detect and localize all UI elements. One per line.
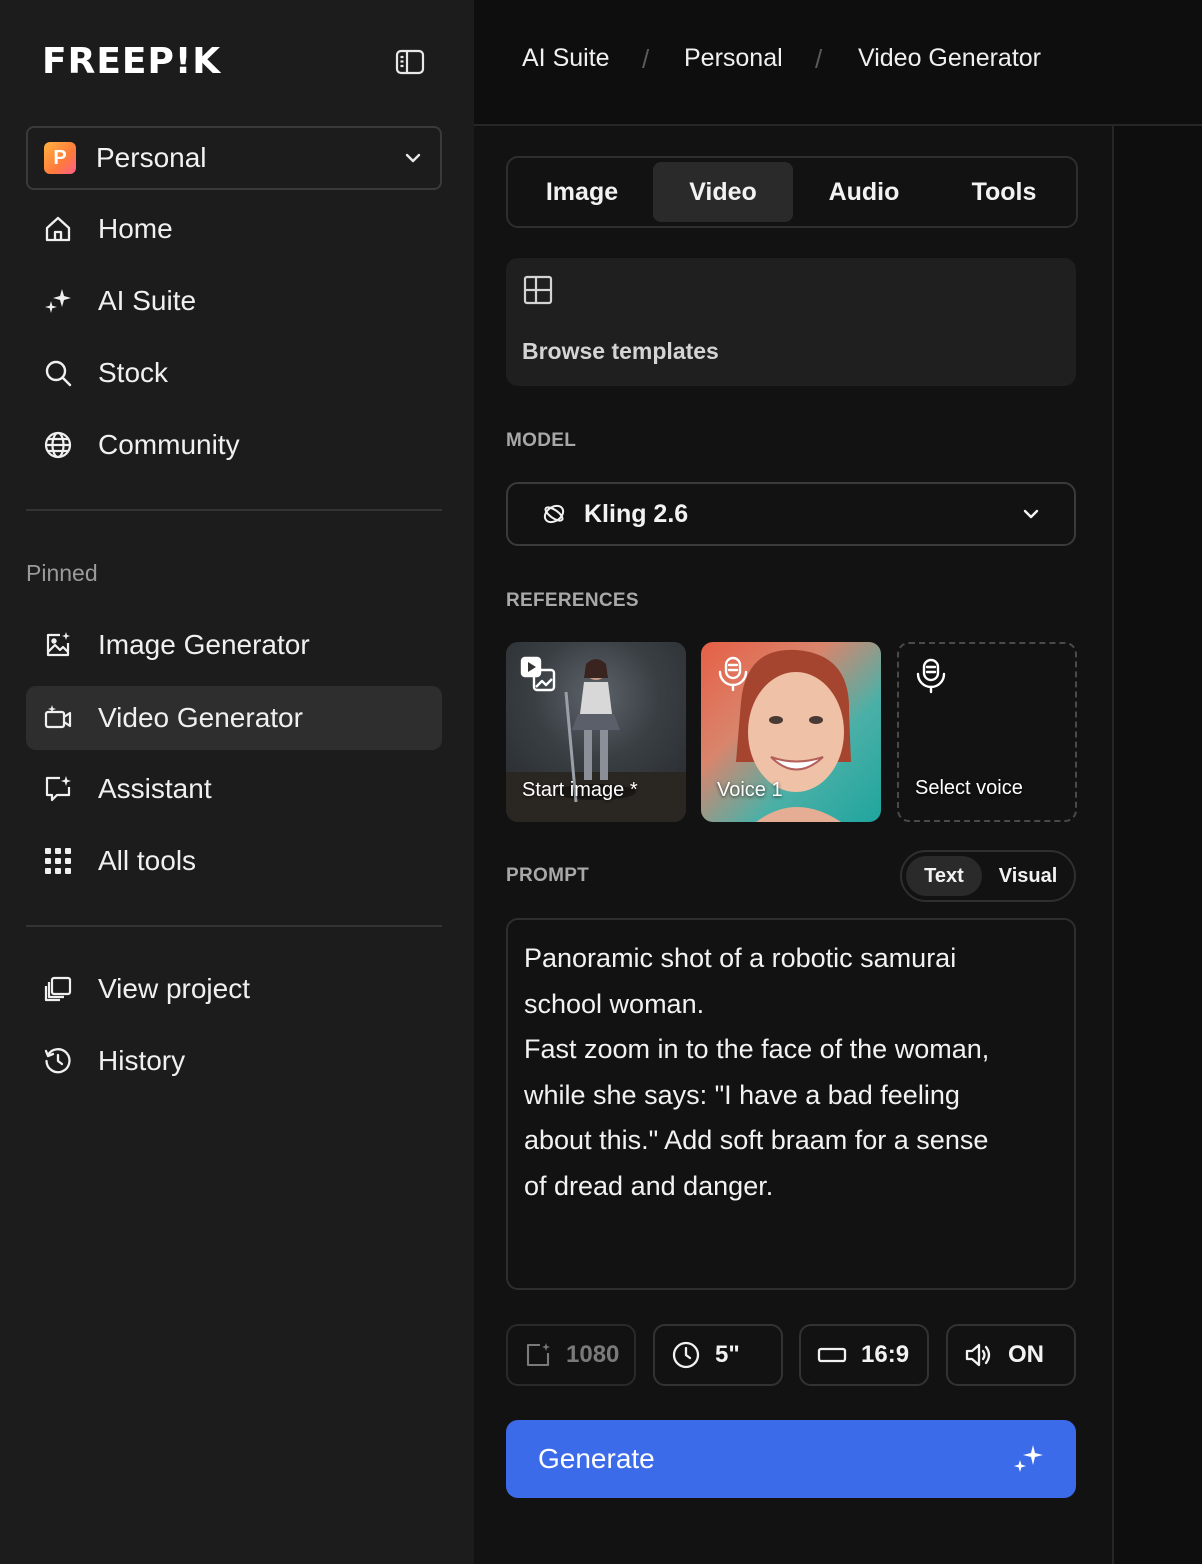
tab-audio[interactable]: Audio [794, 162, 934, 222]
breadcrumb-ai-suite[interactable]: AI Suite [522, 44, 610, 73]
sidebar-divider [26, 509, 442, 511]
prompt-mode-text[interactable]: Text [906, 856, 982, 896]
chevron-down-icon [1023, 509, 1039, 519]
workspace-badge: P [44, 142, 76, 174]
sparkles-icon [1014, 1445, 1043, 1472]
browse-templates-label: Browse templates [522, 338, 719, 364]
audio-toggle-button[interactable]: ON [946, 1324, 1076, 1386]
model-label: MODEL [506, 430, 577, 451]
reference-label: Start image * [522, 779, 638, 801]
home-icon [42, 213, 74, 245]
tab-image[interactable]: Image [512, 162, 652, 222]
duration-value: 5" [715, 1341, 740, 1368]
image-to-video-icon [520, 656, 556, 697]
model-name: Kling 2.6 [584, 499, 689, 528]
generate-label: Generate [538, 1443, 655, 1474]
folder-stack-icon [42, 973, 74, 1005]
sidebar-item-label: Video Generator [98, 702, 303, 733]
breadcrumb-video-generator: Video Generator [858, 44, 1041, 72]
tab-video[interactable]: Video [653, 162, 793, 222]
reference-label: Voice 1 [717, 779, 783, 801]
kling-model-icon [543, 504, 565, 524]
prompt-text: Panoramic shot of a robotic samurai scho… [524, 943, 990, 1201]
voice-icon [913, 658, 949, 699]
breadcrumb-separator: / [642, 44, 650, 74]
sidebar-item-label: History [98, 1045, 186, 1076]
audio-value: ON [1008, 1341, 1044, 1368]
mode-tabs: Image Video Audio Tools [506, 156, 1078, 228]
resolution-sparkle-icon [526, 1343, 550, 1367]
sidebar-item-view-project[interactable]: View project [26, 957, 442, 1021]
prompt-label: PROMPT [506, 865, 590, 886]
tab-tools[interactable]: Tools [934, 162, 1074, 222]
sidebar-item-label: Assistant [98, 773, 212, 804]
image-sparkle-icon [42, 629, 74, 661]
start-image-reference[interactable]: Start image * [506, 642, 686, 822]
sidebar-item-community[interactable]: Community [26, 413, 442, 477]
freepik-logo[interactable]: FREEP!K [42, 44, 221, 80]
aspect-ratio-icon [817, 1347, 847, 1363]
generator-panel: Image Video Audio Tools Browse templates… [474, 126, 1114, 1564]
sidebar-item-assistant[interactable]: Assistant [26, 757, 442, 821]
pinned-section-label: Pinned [26, 560, 98, 586]
duration-button[interactable]: 5" [653, 1324, 783, 1386]
speaker-icon [965, 1343, 991, 1367]
chevron-down-icon [405, 153, 421, 163]
sidebar-item-ai-suite[interactable]: AI Suite [26, 269, 442, 333]
sidebar: FREEP!K P Personal Home AI Suite Stock C… [0, 0, 474, 1564]
browse-templates-card[interactable]: Browse templates [506, 258, 1076, 386]
sidebar-item-home[interactable]: Home [26, 197, 442, 261]
sidebar-item-label: All tools [98, 845, 197, 876]
references-label: REFERENCES [506, 590, 639, 611]
sidebar-item-label: Home [98, 213, 173, 244]
sidebar-item-label: Community [98, 429, 240, 460]
sidebar-item-label: AI Suite [98, 285, 197, 316]
voice-1-reference[interactable]: Voice 1 [701, 642, 881, 822]
sidebar-item-video-generator[interactable]: Video Generator [26, 686, 442, 750]
select-voice-reference[interactable]: Select voice [897, 642, 1077, 822]
video-sparkle-icon [42, 702, 74, 734]
clock-icon [672, 1341, 700, 1369]
sidebar-item-image-generator[interactable]: Image Generator [26, 613, 442, 677]
resolution-value: 1080 [566, 1341, 620, 1368]
prompt-mode-visual[interactable]: Visual [984, 856, 1072, 896]
chat-sparkle-icon [42, 773, 74, 805]
sidebar-item-stock[interactable]: Stock [26, 341, 442, 405]
model-select[interactable]: Kling 2.6 [506, 482, 1076, 546]
sidebar-item-history[interactable]: History [26, 1029, 442, 1093]
sidebar-item-all-tools[interactable]: All tools [26, 829, 442, 893]
voice-icon [715, 656, 751, 697]
breadcrumb: AI Suite / Personal / Video Generator [474, 0, 1202, 126]
resolution-button[interactable]: 1080 [506, 1324, 636, 1386]
sidebar-toggle-button[interactable] [394, 48, 426, 76]
prompt-mode-toggle: Text Visual [900, 850, 1076, 902]
workspace-selector[interactable]: P Personal [26, 126, 442, 190]
generate-button[interactable]: Generate [506, 1420, 1076, 1498]
sidebar-item-label: Image Generator [98, 629, 310, 660]
sidebar-panel-icon [395, 49, 425, 75]
history-icon [42, 1045, 74, 1077]
workspace-name: Personal [96, 142, 207, 173]
globe-icon [42, 429, 74, 461]
sidebar-item-label: View project [98, 973, 251, 1004]
breadcrumb-personal[interactable]: Personal [684, 44, 783, 73]
layout-template-icon [522, 274, 554, 311]
sidebar-item-label: Stock [98, 357, 169, 388]
grid-icon [42, 845, 74, 877]
search-icon [42, 357, 74, 389]
aspect-ratio-button[interactable]: 16:9 [799, 1324, 929, 1386]
reference-label: Select voice [915, 777, 1023, 799]
breadcrumb-separator: / [815, 44, 823, 74]
prompt-textarea[interactable]: Panoramic shot of a robotic samurai scho… [506, 918, 1076, 1290]
sidebar-divider [26, 925, 442, 927]
aspect-ratio-value: 16:9 [861, 1341, 910, 1368]
sparkles-icon [42, 285, 74, 317]
